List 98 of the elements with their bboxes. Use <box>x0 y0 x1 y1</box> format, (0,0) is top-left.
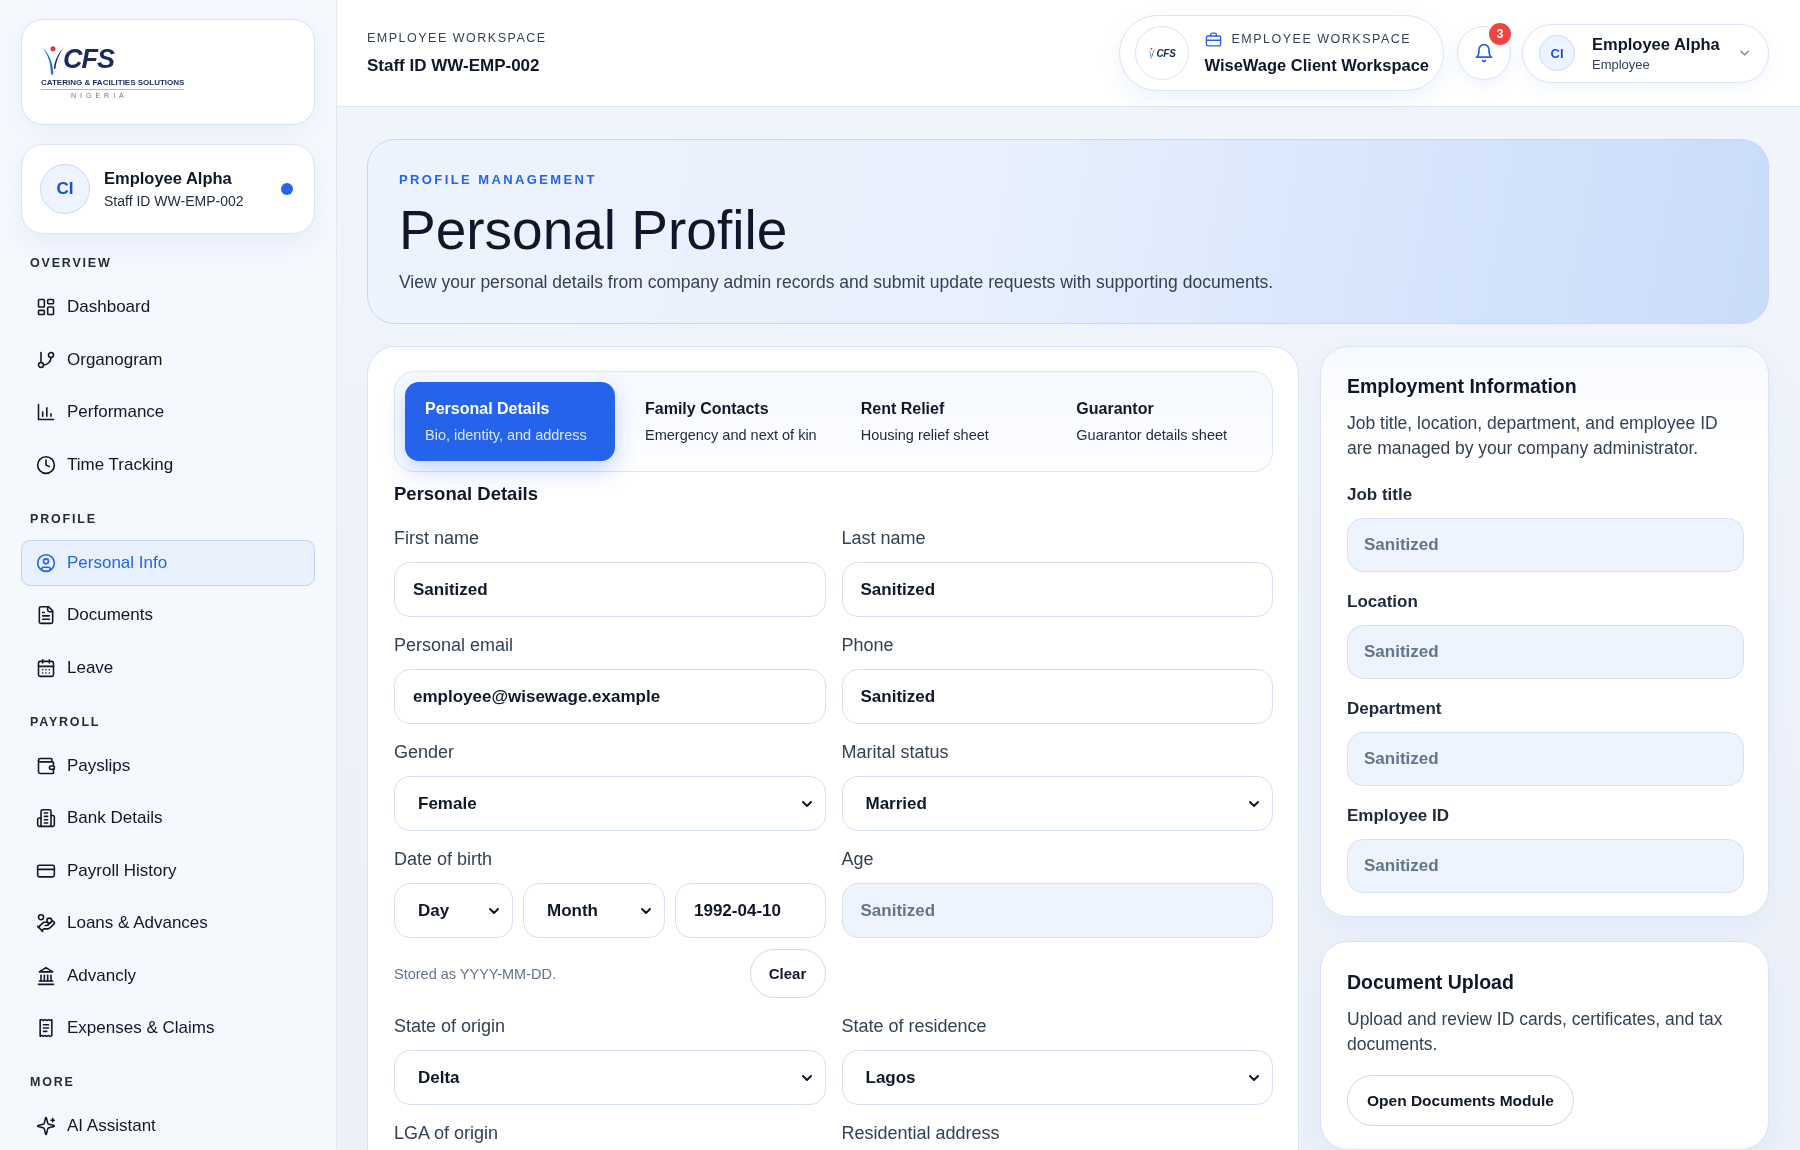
field-label: Date of birth <box>394 848 493 870</box>
tab[interactable]: Guarantor Guarantor details sheet <box>1056 382 1262 461</box>
field-label: Residential address <box>841 1122 1000 1144</box>
readonly-field[interactable]: Sanitized <box>1347 839 1744 893</box>
field-label: Phone <box>841 634 894 656</box>
readonly-field[interactable]: Sanitized <box>1347 518 1744 572</box>
card-description: Job title, location, department, and employee ID are managed by your company administrator. <box>1347 412 1719 460</box>
select-field[interactable]: Lagos <box>841 1050 1273 1105</box>
receipt-icon <box>36 1018 56 1038</box>
month-select[interactable]: Month <box>523 883 665 938</box>
nav-section-title: OVERVIEW <box>29 255 112 272</box>
user-menu-button[interactable]: CI Employee Alpha Employee <box>1522 23 1769 83</box>
logo-tagline: CATERING & FACILITIES SOLUTIONS <box>41 78 185 90</box>
section-title: Personal Details <box>394 483 539 505</box>
nav-item[interactable]: Personal Info <box>21 539 315 586</box>
workspace-eyebrow: EMPLOYEE WORKSPACE <box>367 29 547 46</box>
grid-icon <box>36 297 56 317</box>
user-circle-icon <box>36 552 56 573</box>
field-label: Last name <box>841 527 926 549</box>
workspace-switcher[interactable]: CFS EMPLOYEE WORKSPACE WiseWage Client Workspace <box>1118 15 1444 91</box>
nav-item[interactable]: Payroll History <box>21 847 315 894</box>
text-input[interactable]: employee@wisewage.example <box>394 669 826 724</box>
tab[interactable]: Personal Details Bio, identity, and address <box>405 382 615 461</box>
nav-item[interactable]: Loans & Advances <box>21 900 315 946</box>
field-hint: Stored as YYYY-MM-DD. <box>394 965 556 982</box>
wallet-icon <box>36 755 56 776</box>
date-input[interactable]: 1992-04-10 <box>675 883 826 938</box>
nav-section-title: PROFILE <box>29 510 97 528</box>
field-label: LGA of origin <box>394 1122 499 1144</box>
field-label: Age <box>841 848 874 870</box>
page-description: View your personal details from company admin records and submit update requests with supporting documents. <box>399 271 1274 293</box>
tab[interactable]: Rent Relief Housing relief sheet <box>840 382 1047 461</box>
text-input[interactable]: Sanitized <box>394 562 826 617</box>
hand-coins-icon <box>36 913 56 933</box>
employee-name: Employee Alpha <box>104 168 232 188</box>
sparkle-icon <box>36 1116 56 1136</box>
user-name: Employee Alpha <box>1592 33 1720 54</box>
briefcase-icon <box>1204 30 1222 48</box>
logo-wordmark: CFS <box>1156 47 1176 59</box>
field-label: Gender <box>394 741 455 763</box>
building-icon <box>36 808 56 828</box>
tab[interactable]: Family Contacts Emergency and next of kin <box>625 382 831 461</box>
nav-section-title: PAYROLL <box>29 713 101 731</box>
field-label: First name <box>394 527 480 549</box>
select-field[interactable]: Female <box>394 776 826 831</box>
workspace-name: WiseWage Client Workspace <box>1204 54 1429 76</box>
bar-chart-icon <box>36 402 56 422</box>
select-field[interactable]: Married <box>841 776 1273 831</box>
hero-eyebrow: PROFILE MANAGEMENT <box>399 171 597 189</box>
readonly-field[interactable]: Sanitized <box>841 883 1273 938</box>
logo-wordmark: CFS <box>63 46 114 72</box>
nav-item[interactable]: AI Assistant <box>21 1103 315 1149</box>
notification-badge: 3 <box>1487 21 1513 47</box>
calendar-icon <box>36 657 56 678</box>
day-select[interactable]: Day <box>394 883 513 938</box>
branch-icon <box>36 349 56 370</box>
logo-figure-icon <box>1147 47 1157 59</box>
field-label: Job title <box>1347 484 1413 506</box>
staff-id: Staff ID WW-EMP-002 <box>104 192 244 210</box>
card-title: Document Upload <box>1347 970 1515 995</box>
field-label: State of residence <box>841 1015 987 1037</box>
nav-item[interactable]: Leave <box>21 644 315 691</box>
clear-button[interactable]: Clear <box>749 949 826 998</box>
readonly-field[interactable]: Sanitized <box>1347 625 1744 679</box>
landmark-icon <box>36 965 56 986</box>
field-label: Personal email <box>394 634 514 656</box>
logo-figure-icon <box>41 44 65 76</box>
text-input[interactable]: Sanitized <box>841 562 1273 617</box>
nav-item[interactable]: Dashboard <box>21 284 315 330</box>
avatar: CI <box>40 164 90 214</box>
text-input[interactable]: Sanitized <box>841 669 1273 724</box>
avatar: CI <box>1539 35 1575 71</box>
field-label: Employee ID <box>1347 805 1450 827</box>
field-label: Department <box>1347 698 1442 720</box>
workspace-label: EMPLOYEE WORKSPACE <box>1231 31 1412 47</box>
nav-item[interactable]: Expenses & Claims <box>21 1005 315 1051</box>
card-title: Employment Information <box>1347 374 1578 399</box>
nav-item[interactable]: Performance <box>21 389 315 435</box>
card-description: Upload and review ID cards, certificates, and tax documents. <box>1347 1008 1724 1056</box>
field-label: State of origin <box>394 1015 506 1037</box>
page-title: Personal Profile <box>399 198 788 262</box>
user-role: Employee <box>1592 56 1650 73</box>
nav-item[interactable]: Organogram <box>21 336 315 383</box>
staff-id: Staff ID WW-EMP-002 <box>367 54 540 77</box>
field-label: Location <box>1347 591 1418 613</box>
nav-item[interactable]: Time Tracking <box>21 441 315 488</box>
nav-item[interactable]: Bank Details <box>21 795 315 841</box>
field-label: Marital status <box>841 741 949 763</box>
document-icon <box>36 605 56 625</box>
nav-item[interactable]: Payslips <box>21 742 315 789</box>
select-field[interactable]: Delta <box>394 1050 826 1105</box>
nav-item[interactable]: Advancly <box>21 952 315 999</box>
open-documents-button[interactable]: Open Documents Module <box>1347 1075 1574 1126</box>
readonly-field[interactable]: Sanitized <box>1347 732 1744 786</box>
nav-item[interactable]: Documents <box>21 592 315 638</box>
bell-icon <box>1474 43 1494 63</box>
nav-section-title: MORE <box>29 1074 75 1091</box>
clock-icon <box>36 454 56 475</box>
